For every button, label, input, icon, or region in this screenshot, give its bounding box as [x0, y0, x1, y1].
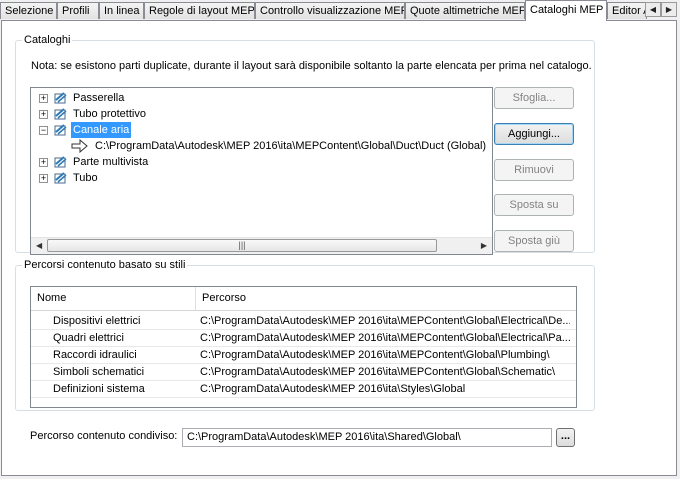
row-name: Raccordi idraulici [53, 349, 137, 361]
tab-scroll-buttons: ◀ ▶ [645, 2, 677, 17]
tree-node-duct-global-path[interactable]: C:\ProgramData\Autodesk\MEP 2016\ita\MEP… [71, 138, 488, 154]
column-header-nome[interactable]: Nome [31, 287, 196, 310]
tree-node-label: Passerella [73, 92, 125, 104]
style-paths-list[interactable]: Nome Percorso Dispositivi elettrici C:\P… [30, 286, 577, 408]
row-name: Dispositivi elettrici [53, 315, 141, 327]
tree-node-label: Parte multivista [73, 156, 149, 168]
tree-node-label-selected: Canale aria [71, 122, 132, 138]
row-path: C:\ProgramData\Autodesk\MEP 2016\ita\MEP… [200, 332, 570, 344]
add-button[interactable]: Aggiungi... [494, 123, 574, 145]
tab-scroll-right-icon[interactable]: ▶ [661, 2, 677, 17]
row-name: Quadri elettrici [53, 332, 124, 344]
shared-path-browse-button[interactable]: ... [556, 428, 575, 447]
table-row[interactable]: Raccordi idraulici C:\ProgramData\Autode… [31, 347, 576, 364]
expand-plus-icon[interactable]: + [39, 93, 48, 103]
tree-node-parte-multivista[interactable]: + Parte multivista [39, 154, 150, 170]
catalogs-group: Cataloghi Nota: se esistono parti duplic… [15, 34, 595, 255]
tab-selezione[interactable]: Selezione [0, 2, 57, 19]
expand-plus-icon[interactable]: + [39, 109, 48, 119]
column-header-percorso[interactable]: Percorso [196, 287, 576, 310]
tree-node-tubo-protettivo[interactable]: + Tubo protettivo [39, 106, 148, 122]
row-name: Simboli schematici [53, 366, 145, 378]
scroll-right-icon[interactable]: ▶ [481, 241, 487, 250]
table-row[interactable]: Definizioni sistema C:\ProgramData\Autod… [31, 381, 576, 398]
catalog-icon [54, 92, 67, 104]
catalog-tree[interactable]: + Passerella + Tubo protettivo − Canale … [30, 87, 493, 255]
expand-plus-icon[interactable]: + [39, 157, 48, 167]
expand-plus-icon[interactable]: + [39, 173, 48, 183]
browse-button[interactable]: Sfoglia... [494, 87, 574, 109]
list-header: Nome Percorso [31, 287, 576, 311]
tab-scroll-left-icon[interactable]: ◀ [645, 2, 661, 17]
row-path: C:\ProgramData\Autodesk\MEP 2016\ita\Sty… [200, 383, 466, 395]
table-row[interactable]: Simboli schematici C:\ProgramData\Autode… [31, 364, 576, 381]
tree-node-label: Tubo [73, 172, 98, 184]
tab-profili[interactable]: Profili [57, 2, 99, 19]
tab-in-linea[interactable]: In linea [99, 2, 144, 19]
tree-node-canale-aria[interactable]: − Canale aria [39, 122, 132, 138]
catalogs-group-title: Cataloghi [24, 34, 71, 46]
catalog-icon [54, 172, 67, 184]
tab-editor-aec[interactable]: Editor AEC [607, 2, 647, 19]
tree-node-label: Tubo protettivo [73, 108, 146, 120]
row-path: C:\ProgramData\Autodesk\MEP 2016\ita\MEP… [200, 349, 550, 361]
shared-path-input[interactable]: C:\ProgramData\Autodesk\MEP 2016\ita\Sha… [182, 428, 552, 447]
remove-button[interactable]: Rimuovi [494, 159, 574, 181]
style-paths-group: Percorsi contenuto basato su stili Nome … [15, 259, 595, 411]
table-row[interactable]: Quadri elettrici C:\ProgramData\Autodesk… [31, 330, 576, 347]
shared-path-label: Percorso contenuto condiviso: [30, 430, 178, 442]
path-arrow-icon [71, 139, 88, 153]
move-up-button[interactable]: Sposta su [494, 194, 574, 216]
tree-node-passerella[interactable]: + Passerella [39, 90, 126, 106]
tree-node-tubo[interactable]: + Tubo [39, 170, 100, 186]
catalog-icon [54, 108, 67, 120]
move-down-button[interactable]: Sposta giù [494, 230, 574, 252]
tree-node-label: C:\ProgramData\Autodesk\MEP 2016\ita\MEP… [95, 140, 487, 152]
scrollbar-thumb[interactable]: ||| [47, 239, 437, 252]
row-path: C:\ProgramData\Autodesk\MEP 2016\ita\MEP… [200, 315, 570, 327]
catalog-icon [54, 156, 67, 168]
tab-quote-altimetriche-mep[interactable]: Quote altimetriche MEP [405, 2, 525, 19]
collapse-minus-icon[interactable]: − [39, 125, 48, 135]
tab-cataloghi-mep[interactable]: Cataloghi MEP [525, 0, 607, 21]
style-paths-group-title: Percorsi contenuto basato su stili [24, 259, 186, 271]
tab-controllo-visualizzazione-mep[interactable]: Controllo visualizzazione MEP [255, 2, 405, 19]
row-name: Definizioni sistema [53, 383, 145, 395]
tab-panel: Cataloghi Nota: se esistono parti duplic… [1, 20, 677, 476]
scroll-left-icon[interactable]: ◀ [36, 241, 42, 250]
duplicate-parts-note: Nota: se esistono parti duplicate, duran… [31, 60, 592, 72]
tab-strip: Selezione Profili In linea Regole di lay… [0, 0, 680, 21]
tree-horizontal-scrollbar[interactable]: ◀ ||| ▶ [31, 237, 492, 254]
table-row[interactable]: Dispositivi elettrici C:\ProgramData\Aut… [31, 313, 576, 330]
catalog-icon [54, 124, 67, 136]
row-path: C:\ProgramData\Autodesk\MEP 2016\ita\MEP… [200, 366, 556, 378]
tab-regole-layout-mep[interactable]: Regole di layout MEP [144, 2, 255, 19]
